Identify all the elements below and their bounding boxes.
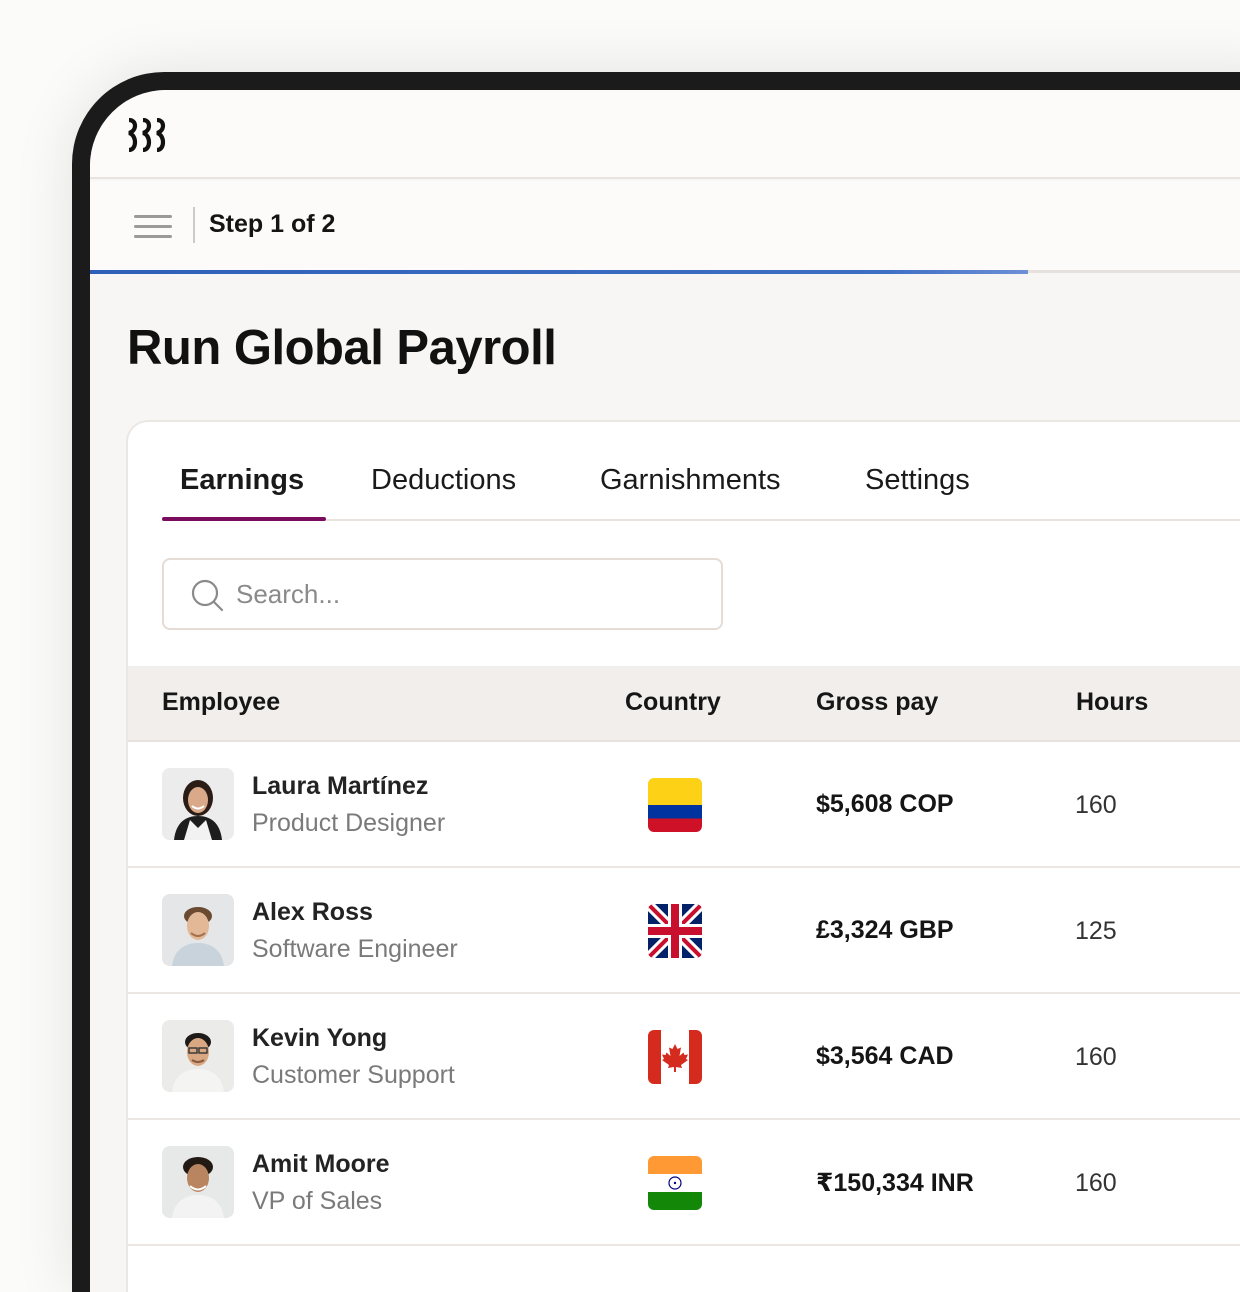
page-title: Run Global Payroll (127, 321, 557, 375)
step-indicator: Step 1 of 2 (209, 210, 336, 238)
table-row[interactable]: Kevin Yong Customer Support $3,564 CAD 1… (128, 994, 1240, 1120)
progress-bar-fill (90, 270, 1028, 274)
hours: 125 (1075, 917, 1117, 945)
tab-garnishments[interactable]: Garnishments (600, 464, 781, 497)
canada-flag-icon (648, 1030, 702, 1084)
app-screen: Step 1 of 2 Run Global Payroll Earnings … (90, 90, 1240, 1292)
step-divider (193, 207, 195, 243)
hours: 160 (1075, 1043, 1117, 1071)
table-header: Employee Country Gross pay Hours (128, 666, 1240, 742)
hours: 160 (1075, 1169, 1117, 1197)
top-bar (90, 90, 1240, 179)
avatar (162, 768, 234, 840)
rippling-logo-icon[interactable] (126, 118, 170, 152)
india-flag-icon (648, 1156, 702, 1210)
gross-pay: $5,608 COP (816, 790, 954, 818)
payroll-card: Earnings Deductions Garnishments Setting… (126, 420, 1240, 1292)
employee-role: Customer Support (252, 1061, 455, 1089)
tab-deductions[interactable]: Deductions (371, 464, 516, 497)
gross-pay: $3,564 CAD (816, 1042, 954, 1070)
tab-settings[interactable]: Settings (865, 464, 970, 497)
employee-name: Amit Moore (252, 1150, 390, 1178)
search-input[interactable] (234, 570, 694, 618)
employee-role: Product Designer (252, 809, 446, 837)
step-bar: Step 1 of 2 (90, 181, 1240, 272)
employee-name: Kevin Yong (252, 1024, 388, 1052)
hours: 160 (1075, 791, 1117, 819)
column-header-country[interactable]: Country (625, 688, 721, 717)
column-header-gross-pay[interactable]: Gross pay (816, 688, 938, 717)
table-row[interactable]: Laura Martínez Product Designer $5,608 C… (128, 742, 1240, 868)
table-row[interactable]: Amit Moore VP of Sales ₹150,334 INR 160 (128, 1120, 1240, 1246)
tab-earnings[interactable]: Earnings (180, 464, 304, 497)
column-header-employee[interactable]: Employee (162, 688, 280, 717)
employee-role: VP of Sales (252, 1187, 383, 1215)
search-box[interactable] (162, 558, 723, 630)
avatar (162, 1146, 234, 1218)
device-frame: Step 1 of 2 Run Global Payroll Earnings … (72, 72, 1240, 1292)
uk-flag-icon (648, 904, 702, 958)
active-tab-indicator (162, 517, 326, 521)
table-row[interactable]: Alex Ross Software Engineer £3,324 GBP 1… (128, 868, 1240, 994)
gross-pay: ₹150,334 INR (816, 1169, 974, 1197)
avatar (162, 894, 234, 966)
colombia-flag-icon (648, 778, 702, 832)
tab-bar: Earnings Deductions Garnishments Setting… (128, 422, 1240, 522)
employee-role: Software Engineer (252, 935, 458, 963)
employee-name: Laura Martínez (252, 772, 429, 800)
employee-name: Alex Ross (252, 898, 373, 926)
gross-pay: £3,324 GBP (816, 916, 954, 944)
search-icon (191, 579, 224, 612)
avatar (162, 1020, 234, 1092)
column-header-hours[interactable]: Hours (1076, 688, 1148, 717)
hamburger-menu-icon[interactable] (134, 215, 172, 239)
